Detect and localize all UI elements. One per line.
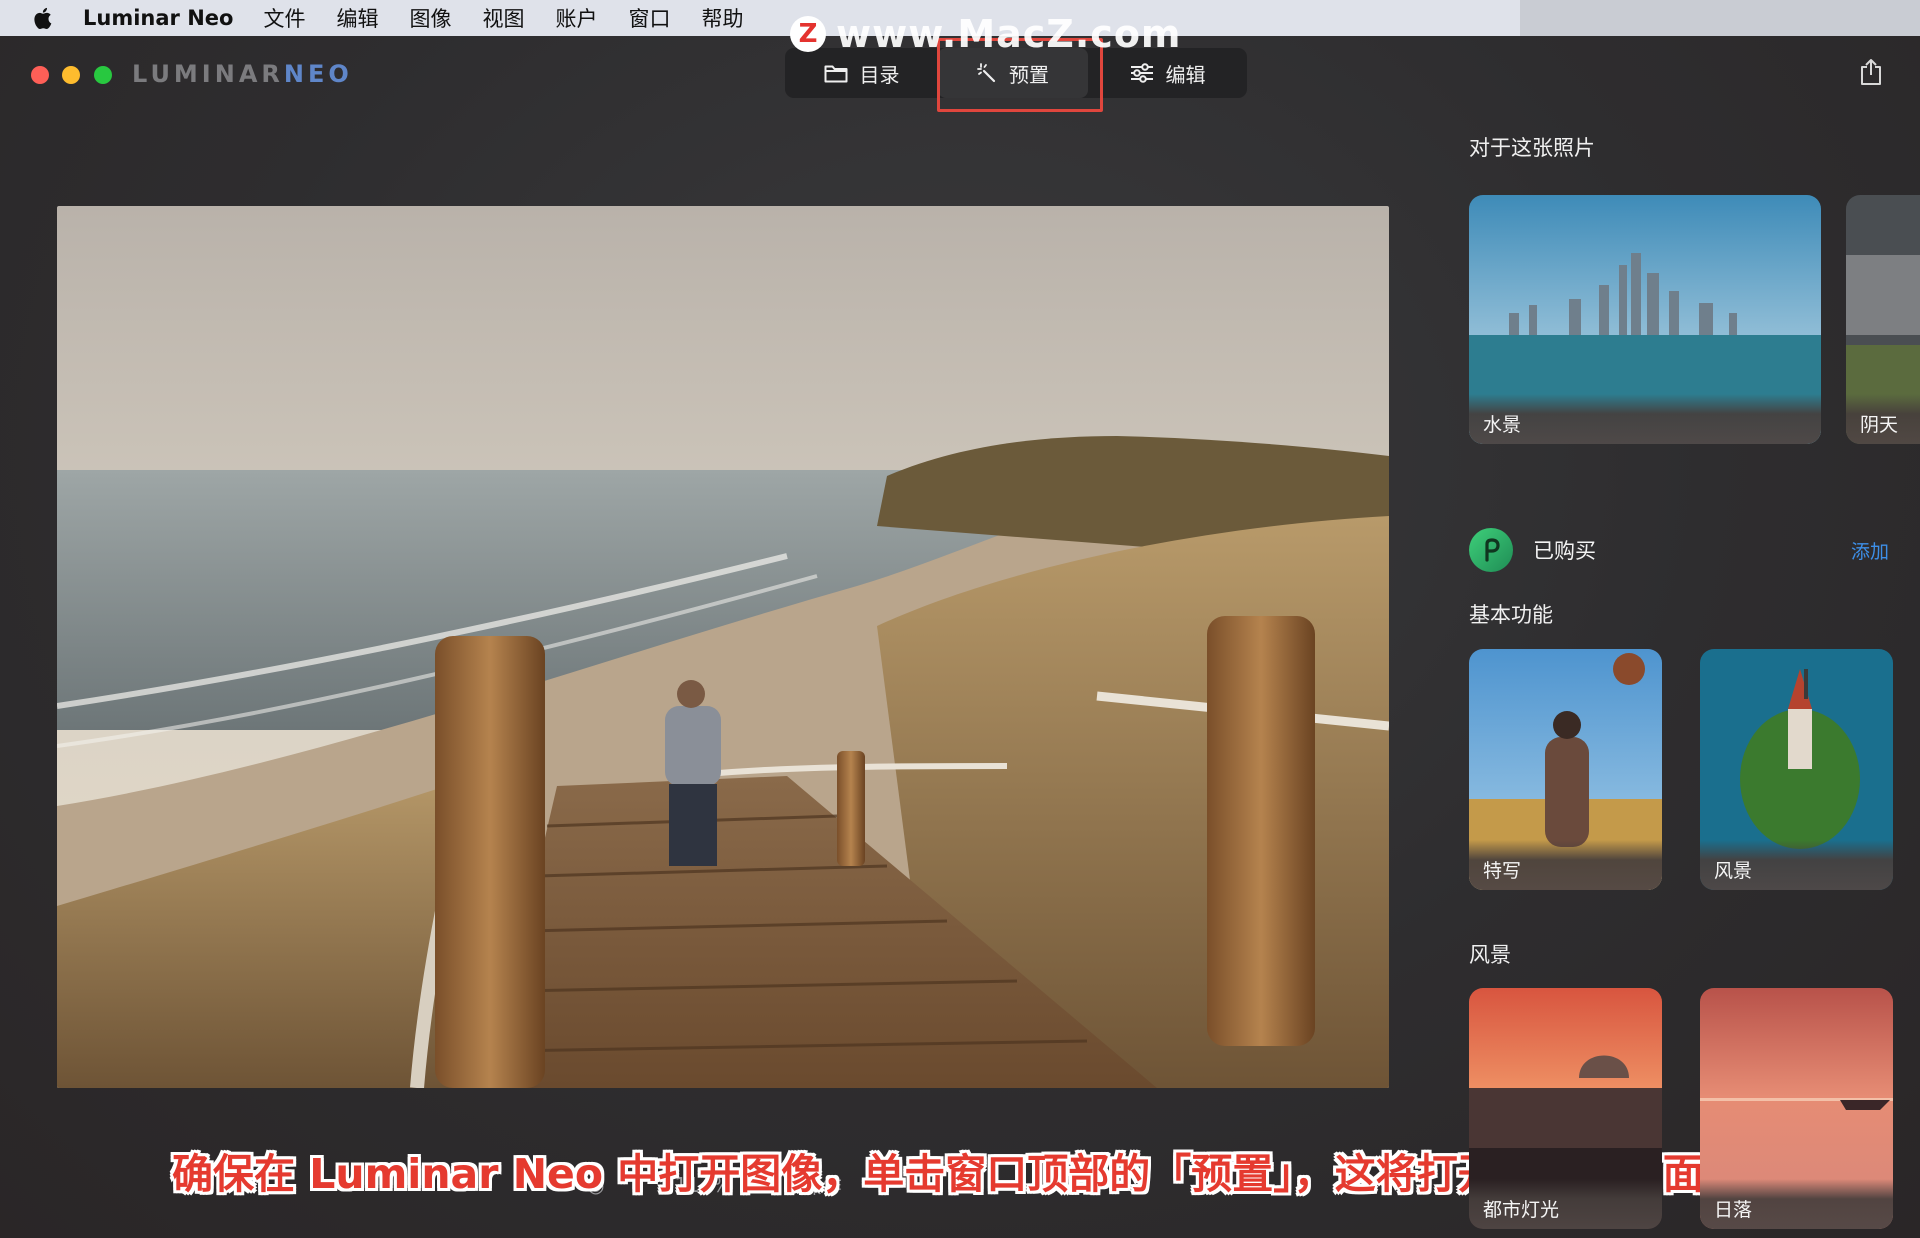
preset-card-label: 风景	[1700, 840, 1893, 890]
logo-text-luminar: LUMINAR	[132, 60, 284, 88]
share-icon[interactable]	[1859, 58, 1883, 86]
landscape-heading: 风景	[1469, 943, 1511, 967]
folder-icon	[824, 65, 847, 83]
preset-card-label: 日落	[1700, 1179, 1893, 1229]
close-window-button[interactable]	[31, 66, 49, 84]
tab-catalog-label: 目录	[859, 62, 900, 87]
watermark: Z www.MacZ.com	[790, 12, 1182, 56]
preset-card-waterscape[interactable]: 水景	[1469, 195, 1821, 444]
menu-view[interactable]: 视图	[482, 3, 524, 33]
menu-bar: Luminar Neo 文件 编辑 图像 视图 账户 窗口 帮助	[0, 0, 1520, 36]
menu-app-name[interactable]: Luminar Neo	[83, 6, 233, 30]
zoom-window-button[interactable]	[94, 66, 112, 84]
minimize-window-button[interactable]	[62, 66, 80, 84]
preset-card-sunset[interactable]: 日落	[1700, 988, 1893, 1229]
purchased-label: 已购买	[1533, 539, 1596, 563]
apple-logo-icon[interactable]	[33, 6, 55, 30]
preset-card-label: 阴天	[1846, 394, 1920, 444]
preset-card-closeup[interactable]: 特写	[1469, 649, 1662, 890]
menu-file[interactable]: 文件	[263, 3, 305, 33]
logo-text-neo: NEO	[283, 60, 353, 88]
app-window: LUMINARNEO 目录 预置 编辑 ◉ 114% 操作 确保在 Lumina…	[0, 12, 1920, 1238]
main-photo-canvas[interactable]	[57, 206, 1389, 1088]
app-logo: LUMINARNEO	[132, 60, 353, 88]
purchased-badge-icon	[1469, 528, 1513, 572]
watermark-badge: Z	[790, 16, 826, 52]
purchased-row[interactable]: 已购买 添加	[1469, 527, 1889, 573]
menu-help[interactable]: 帮助	[701, 3, 743, 33]
menu-edit[interactable]: 编辑	[336, 3, 378, 33]
sliders-icon	[1130, 63, 1153, 83]
menu-bar-status-area	[1520, 0, 1920, 36]
preset-card-label: 特写	[1469, 840, 1662, 890]
menu-image[interactable]: 图像	[409, 3, 451, 33]
basics-heading: 基本功能	[1469, 603, 1553, 627]
watermark-text: www.MacZ.com	[836, 12, 1182, 56]
menu-account[interactable]: 账户	[555, 3, 597, 33]
add-presets-link[interactable]: 添加	[1851, 537, 1889, 564]
for-photo-heading: 对于这张照片	[1469, 136, 1595, 160]
preset-card-label: 水景	[1469, 394, 1821, 444]
menu-window[interactable]: 窗口	[628, 3, 670, 33]
preset-card-overcast[interactable]: 阴天	[1846, 195, 1920, 444]
preset-card-landscape[interactable]: 风景	[1700, 649, 1893, 890]
preset-card-city-lights[interactable]: 都市灯光	[1469, 988, 1662, 1229]
tab-edit-label: 编辑	[1165, 62, 1206, 87]
preset-card-label: 都市灯光	[1469, 1179, 1662, 1229]
